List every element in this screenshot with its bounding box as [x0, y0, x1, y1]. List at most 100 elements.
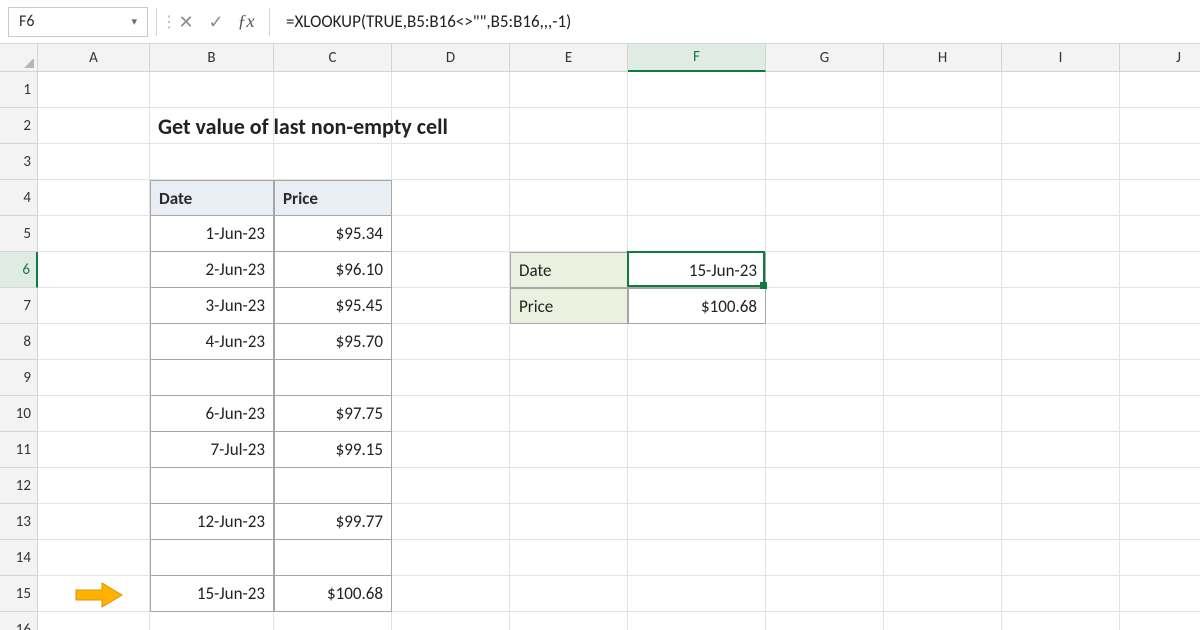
- cell[interactable]: [884, 324, 1002, 360]
- cell[interactable]: [510, 576, 628, 612]
- cell[interactable]: [884, 252, 1002, 288]
- cell[interactable]: [628, 108, 766, 144]
- row-header[interactable]: 3: [0, 144, 38, 180]
- cell[interactable]: [766, 540, 884, 576]
- cell[interactable]: [1120, 216, 1200, 252]
- cell[interactable]: [392, 72, 510, 108]
- cell[interactable]: [884, 108, 1002, 144]
- cell[interactable]: [392, 540, 510, 576]
- table-cell-price[interactable]: $100.68: [274, 576, 392, 612]
- column-header[interactable]: I: [1002, 44, 1120, 72]
- cell[interactable]: [884, 504, 1002, 540]
- row-header[interactable]: 15: [0, 576, 38, 612]
- cell[interactable]: [1120, 468, 1200, 504]
- cell[interactable]: [392, 504, 510, 540]
- table-cell-date[interactable]: [150, 360, 274, 396]
- table-cell-date[interactable]: 15-Jun-23: [150, 576, 274, 612]
- cell[interactable]: [628, 396, 766, 432]
- cell[interactable]: [1002, 396, 1120, 432]
- cell[interactable]: [38, 108, 150, 144]
- cell[interactable]: [38, 288, 150, 324]
- table-cell-price[interactable]: $95.45: [274, 288, 392, 324]
- cell[interactable]: [884, 540, 1002, 576]
- cell[interactable]: [392, 216, 510, 252]
- cell[interactable]: [1120, 144, 1200, 180]
- column-header[interactable]: A: [38, 44, 150, 72]
- cell[interactable]: [392, 396, 510, 432]
- cell[interactable]: [628, 144, 766, 180]
- column-header[interactable]: H: [884, 44, 1002, 72]
- cell[interactable]: [38, 432, 150, 468]
- row-header[interactable]: 1: [0, 72, 38, 108]
- cell[interactable]: [766, 324, 884, 360]
- cell[interactable]: [766, 216, 884, 252]
- cell[interactable]: [766, 72, 884, 108]
- cell[interactable]: [1120, 288, 1200, 324]
- table-cell-date[interactable]: [150, 468, 274, 504]
- cell[interactable]: [510, 504, 628, 540]
- cell[interactable]: [1002, 612, 1120, 630]
- row-header[interactable]: 4: [0, 180, 38, 216]
- row-header[interactable]: 8: [0, 324, 38, 360]
- cell[interactable]: [1120, 252, 1200, 288]
- cell[interactable]: [392, 360, 510, 396]
- column-header[interactable]: F: [628, 44, 766, 72]
- cell[interactable]: [1002, 504, 1120, 540]
- fx-icon[interactable]: ƒx: [231, 7, 261, 37]
- cell[interactable]: [766, 468, 884, 504]
- cell[interactable]: [38, 324, 150, 360]
- cell[interactable]: [274, 612, 392, 630]
- cell[interactable]: [38, 360, 150, 396]
- cell[interactable]: [628, 540, 766, 576]
- cell[interactable]: [1002, 252, 1120, 288]
- row-header[interactable]: 14: [0, 540, 38, 576]
- cell[interactable]: [766, 288, 884, 324]
- cell[interactable]: [1002, 144, 1120, 180]
- row-header[interactable]: 11: [0, 432, 38, 468]
- cell[interactable]: [510, 540, 628, 576]
- cell[interactable]: [38, 468, 150, 504]
- cell[interactable]: [274, 72, 392, 108]
- cell[interactable]: [628, 216, 766, 252]
- cell[interactable]: [766, 108, 884, 144]
- table-cell-date[interactable]: 2-Jun-23: [150, 252, 274, 288]
- cell[interactable]: [38, 180, 150, 216]
- cell[interactable]: [628, 324, 766, 360]
- cell[interactable]: [1002, 108, 1120, 144]
- cell[interactable]: [392, 324, 510, 360]
- cell[interactable]: [766, 576, 884, 612]
- cell[interactable]: [766, 504, 884, 540]
- cell[interactable]: [884, 72, 1002, 108]
- cell[interactable]: [766, 180, 884, 216]
- cell[interactable]: [1002, 216, 1120, 252]
- table-cell-price[interactable]: $97.75: [274, 396, 392, 432]
- table-cell-price[interactable]: $96.10: [274, 252, 392, 288]
- cell[interactable]: [766, 360, 884, 396]
- cell[interactable]: [392, 576, 510, 612]
- cell[interactable]: [510, 72, 628, 108]
- cell[interactable]: [38, 216, 150, 252]
- cell[interactable]: [510, 180, 628, 216]
- cell[interactable]: [766, 432, 884, 468]
- cell[interactable]: [766, 144, 884, 180]
- table-cell-date[interactable]: 12-Jun-23: [150, 504, 274, 540]
- cell[interactable]: [38, 612, 150, 630]
- confirm-icon[interactable]: ✓: [201, 7, 231, 37]
- select-all-corner[interactable]: [0, 44, 38, 72]
- cell[interactable]: [38, 396, 150, 432]
- cell[interactable]: [628, 72, 766, 108]
- cell[interactable]: [392, 432, 510, 468]
- cell[interactable]: [1120, 576, 1200, 612]
- row-header[interactable]: 12: [0, 468, 38, 504]
- table-cell-date[interactable]: 3-Jun-23: [150, 288, 274, 324]
- cell[interactable]: [884, 468, 1002, 504]
- table-cell-date[interactable]: 6-Jun-23: [150, 396, 274, 432]
- cell[interactable]: [1120, 396, 1200, 432]
- result-value-date[interactable]: 15-Jun-23: [628, 252, 766, 288]
- cell[interactable]: [766, 612, 884, 630]
- cell[interactable]: [884, 576, 1002, 612]
- cell[interactable]: [510, 396, 628, 432]
- cell[interactable]: [1002, 576, 1120, 612]
- cell[interactable]: [1120, 324, 1200, 360]
- row-header[interactable]: 16: [0, 612, 38, 630]
